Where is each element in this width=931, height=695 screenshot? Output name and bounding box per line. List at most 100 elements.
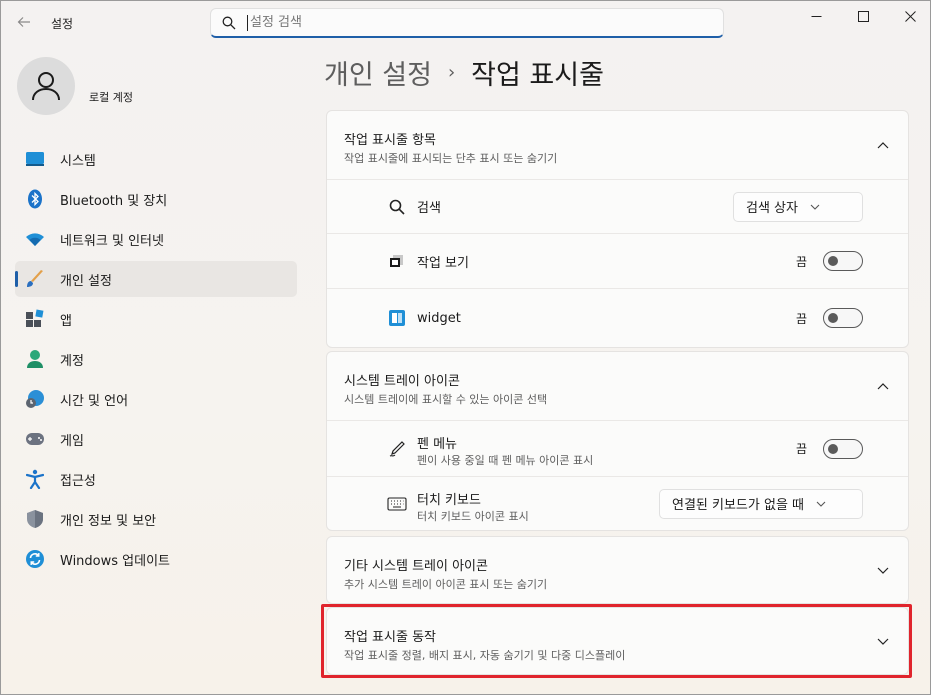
sidebar-item-label: 개인 설정	[60, 273, 112, 289]
dropdown-value: 검색 상자	[746, 201, 798, 216]
taskbar-items-card: 작업 표시줄 항목 작업 표시줄에 표시되는 단추 표시 또는 숨기기 검색 검…	[326, 110, 909, 348]
sidebar-item-label: 개인 정보 및 보안	[60, 513, 157, 529]
sidebar-item-personalization[interactable]: 개인 설정	[15, 261, 297, 297]
bluetooth-icon	[25, 189, 45, 209]
taskbar-behaviors-card[interactable]: 작업 표시줄 동작 작업 표시줄 정렬, 배지 표시, 자동 숨기기 및 다중 …	[326, 607, 909, 675]
sidebar-item-bluetooth[interactable]: Bluetooth 및 장치	[15, 181, 297, 217]
chevron-down-icon	[816, 501, 826, 507]
section-title: 작업 표시줄 항목	[344, 133, 436, 148]
sidebar-item-windows-update[interactable]: Windows 업데이트	[15, 541, 297, 577]
sidebar-item-gaming[interactable]: 게임	[15, 421, 297, 457]
system-tray-header[interactable]: 시스템 트레이 아이콘 시스템 트레이에 표시할 수 있는 아이콘 선택	[327, 352, 908, 420]
other-tray-card[interactable]: 기타 시스템 트레이 아이콘 추가 시스템 트레이 아이콘 표시 또는 숨기기	[326, 536, 909, 604]
touch-keyboard-dropdown[interactable]: 연결된 키보드가 없을 때	[659, 488, 863, 519]
account-name: 로컬 계정	[89, 91, 133, 104]
back-button[interactable]	[13, 11, 35, 33]
section-subtitle: 작업 표시줄에 표시되는 단추 표시 또는 숨기기	[344, 152, 558, 165]
chevron-down-icon	[876, 564, 890, 578]
touch-keyboard-label: 터치 키보드	[417, 493, 481, 508]
section-title: 기타 시스템 트레이 아이콘	[344, 559, 488, 574]
search-icon	[211, 16, 247, 30]
app-title: 설정	[51, 17, 74, 31]
system-tray-card: 시스템 트레이 아이콘 시스템 트레이에 표시할 수 있는 아이콘 선택 펜 메…	[326, 351, 909, 531]
sidebar-item-system[interactable]: 시스템	[15, 141, 297, 177]
toggle-state-label: 끔	[795, 311, 807, 326]
section-subtitle: 추가 시스템 트레이 아이콘 표시 또는 숨기기	[344, 578, 548, 591]
sidebar-item-label: Windows 업데이트	[60, 553, 171, 569]
search-mode-dropdown[interactable]: 검색 상자	[733, 191, 863, 222]
pen-icon	[387, 439, 407, 459]
taskbar-behaviors-header[interactable]: 작업 표시줄 동작 작업 표시줄 정렬, 배지 표시, 자동 숨기기 및 다중 …	[327, 608, 908, 676]
shield-icon	[25, 509, 45, 529]
pen-menu-toggle-group: 끔	[795, 438, 863, 459]
sidebar-nav: 시스템 Bluetooth 및 장치 네트워크 및 인터넷 개인 설정 앱 계정…	[15, 141, 297, 581]
keyboard-icon	[387, 494, 407, 514]
sidebar-item-label: 시스템	[60, 153, 96, 169]
pen-menu-toggle[interactable]	[823, 438, 863, 459]
touch-keyboard-description: 터치 키보드 아이콘 표시	[417, 510, 529, 523]
sidebar-item-label: 게임	[60, 433, 84, 449]
chevron-down-icon	[810, 204, 820, 210]
task-view-icon	[387, 251, 407, 271]
sidebar-item-time-language[interactable]: 시간 및 언어	[15, 381, 297, 417]
minimize-icon	[811, 15, 821, 17]
task-view-toggle[interactable]	[823, 251, 863, 271]
pen-menu-description: 펜이 사용 중일 때 펜 메뉴 아이콘 표시	[417, 454, 594, 467]
chevron-up-icon	[876, 138, 890, 152]
section-subtitle: 시스템 트레이에 표시할 수 있는 아이콘 선택	[344, 393, 548, 406]
section-title: 시스템 트레이 아이콘	[344, 374, 460, 389]
gamepad-icon	[25, 429, 45, 449]
brush-icon	[25, 269, 45, 289]
touch-keyboard-row: 터치 키보드 터치 키보드 아이콘 표시 연결된 키보드가 없을 때	[327, 476, 908, 530]
search-box[interactable]	[210, 8, 724, 38]
avatar[interactable]	[17, 57, 75, 115]
sidebar-item-accessibility[interactable]: 접근성	[15, 461, 297, 497]
sidebar-item-network[interactable]: 네트워크 및 인터넷	[15, 221, 297, 257]
settings-window: 설정 로컬 계정 시스템 Bluetooth 및 장치 네트워크 및 인터넷	[0, 0, 931, 695]
sidebar-item-privacy[interactable]: 개인 정보 및 보안	[15, 501, 297, 537]
toggle-state-label: 끔	[795, 254, 807, 269]
search-icon	[387, 197, 407, 217]
sidebar-item-label: 계정	[60, 353, 84, 369]
page-title: 작업 표시줄	[471, 60, 604, 91]
taskbar-items-header[interactable]: 작업 표시줄 항목 작업 표시줄에 표시되는 단추 표시 또는 숨기기	[327, 111, 908, 179]
breadcrumb-parent[interactable]: 개인 설정	[324, 53, 432, 92]
close-button[interactable]	[887, 1, 931, 31]
pen-menu-row: 펜 메뉴 펜이 사용 중일 때 펜 메뉴 아이콘 표시 끔	[327, 420, 908, 476]
sidebar-item-apps[interactable]: 앱	[15, 301, 297, 337]
sidebar-item-accounts[interactable]: 계정	[15, 341, 297, 377]
update-icon	[25, 549, 45, 569]
account-icon	[25, 349, 45, 369]
section-title: 작업 표시줄 동작	[344, 630, 436, 645]
back-arrow-icon	[17, 17, 30, 27]
pen-menu-label: 펜 메뉴	[417, 437, 458, 452]
sidebar-item-label: 시간 및 언어	[60, 393, 129, 409]
sidebar-item-label: Bluetooth 및 장치	[60, 193, 168, 209]
close-icon	[904, 10, 916, 22]
widget-row: widget 끔	[327, 288, 908, 347]
search-row: 검색 검색 상자	[327, 179, 908, 233]
dropdown-value: 연결된 키보드가 없을 때	[672, 498, 804, 513]
sidebar-item-label: 접근성	[60, 473, 96, 489]
maximize-button[interactable]	[840, 1, 886, 31]
breadcrumb: 개인 설정 › 작업 표시줄	[324, 53, 604, 92]
maximize-icon	[857, 10, 869, 22]
task-view-row: 작업 보기 끔	[327, 233, 908, 288]
widget-toggle-group: 끔	[796, 308, 863, 328]
widget-toggle[interactable]	[823, 308, 863, 328]
task-view-toggle-group: 끔	[796, 251, 863, 271]
sidebar-item-label: 네트워크 및 인터넷	[60, 233, 164, 249]
search-label: 검색	[417, 201, 441, 216]
toggle-state-label: 끔	[795, 442, 807, 456]
other-tray-header[interactable]: 기타 시스템 트레이 아이콘 추가 시스템 트레이 아이콘 표시 또는 숨기기	[327, 537, 908, 605]
section-subtitle: 작업 표시줄 정렬, 배지 표시, 자동 숨기기 및 다중 디스플레이	[344, 649, 626, 662]
sidebar-item-label: 앱	[60, 313, 72, 329]
search-input[interactable]	[247, 14, 707, 31]
wifi-icon	[25, 229, 45, 249]
user-icon	[32, 72, 60, 101]
chevron-down-icon	[876, 635, 890, 649]
apps-icon	[25, 309, 45, 329]
minimize-button[interactable]	[793, 1, 839, 31]
widget-icon	[387, 308, 407, 328]
chevron-up-icon	[876, 379, 890, 393]
